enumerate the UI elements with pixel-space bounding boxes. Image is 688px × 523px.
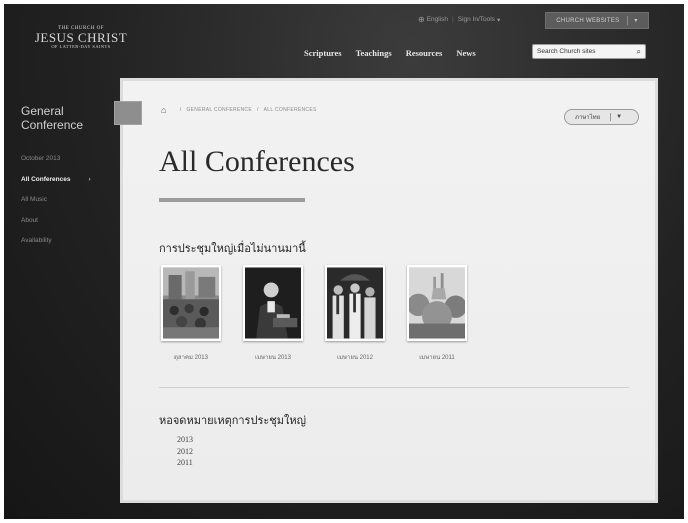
conference-card[interactable]: ตุลาคม 2013 [161,265,221,362]
sidebar-item-availability[interactable]: Availability [21,237,91,258]
sidebar-active-marker [114,101,142,125]
nav-item-scriptures[interactable]: Scriptures [304,48,342,58]
conference-caption[interactable]: เมษายน 2013 [243,352,303,362]
breadcrumb-general-conference[interactable]: GENERAL CONFERENCE [186,107,252,113]
page-title: All Conferences [159,145,355,178]
section-divider [159,387,629,388]
main-content: ⌂ / GENERAL CONFERENCE / ALL CONFERENCES… [120,78,658,503]
search-icon[interactable]: ⌕ [637,47,641,57]
breadcrumb: ⌂ / GENERAL CONFERENCE / ALL CONFERENCES [161,105,317,115]
utility-separator: | [452,16,454,23]
language-link[interactable]: English [427,16,448,23]
screenshot-frame: THE CHURCH OF JESUS CHRIST OF LATTER-DAY… [4,4,684,519]
sign-in-link[interactable]: Sign In/Tools [458,16,495,23]
nav-item-teachings[interactable]: Teachings [356,48,392,58]
archive-year-link[interactable]: 2012 [177,446,193,458]
main-nav: Scriptures Teachings Resources News [304,48,490,58]
breadcrumb-separator: / [179,107,182,113]
sidebar-title: General Conference [21,104,84,132]
sidebar-item-all-conferences[interactable]: All Conferences › [21,176,91,197]
conference-caption[interactable]: เมษายน 2011 [407,352,467,362]
logo-line-2: JESUS CHRIST [34,30,128,45]
conference-caption[interactable]: ตุลาคม 2013 [161,352,221,362]
utility-bar: ⊕ English | Sign In/Tools ▾ [418,15,500,24]
search-input[interactable]: Search Church sites ⌕ [532,44,646,59]
recent-conferences-list: ตุลาคม 2013 เมษายน 2013 เมษายน 2012 เมษา… [161,265,489,362]
globe-icon: ⊕ [418,15,425,24]
chevron-right-icon: › [88,175,91,183]
sidebar-item-about[interactable]: About [21,217,91,238]
chevron-down-icon: ▾ [496,16,501,24]
archive-heading: หอจดหมายเหตุการประชุมใหญ่ [159,414,306,427]
archive-year-link[interactable]: 2011 [177,457,193,469]
sidebar-menu: October 2013 All Conferences › All Music … [21,155,91,258]
conference-photo-crowd[interactable] [161,265,221,341]
church-websites-button[interactable]: CHURCH WEBSITES ▾ [545,12,649,29]
sidebar-item-label: All Conferences [21,175,71,183]
archive-year-link[interactable]: 2013 [177,434,193,446]
nav-item-news[interactable]: News [456,48,475,58]
conference-photo-people[interactable] [325,265,385,341]
language-select[interactable]: ภาษาไทย ▼ [564,109,639,125]
divider [627,16,629,25]
recent-conferences-heading: การประชุมใหญ่เมื่อไม่นานมานี้ [159,242,306,255]
divider [610,113,612,121]
chevron-down-icon: ▾ [634,18,638,24]
conference-card[interactable]: เมษายน 2011 [407,265,467,362]
church-logo[interactable]: THE CHURCH OF JESUS CHRIST OF LATTER-DAY… [26,26,136,49]
nav-item-resources[interactable]: Resources [406,48,443,58]
language-value: ภาษาไทย [575,115,601,121]
title-underline [159,198,305,202]
conference-card[interactable]: เมษายน 2013 [243,265,303,362]
conference-photo-speaker[interactable] [243,265,303,341]
chevron-down-icon: ▼ [616,114,623,120]
search-placeholder: Search Church sites [537,48,596,55]
home-icon[interactable]: ⌂ [161,105,167,115]
conference-card[interactable]: เมษายน 2012 [325,265,385,362]
conference-caption[interactable]: เมษายน 2012 [325,352,385,362]
breadcrumb-all-conferences: ALL CONFERENCES [263,107,317,113]
conference-photo-temple[interactable] [407,265,467,341]
church-websites-label: CHURCH WEBSITES [556,17,620,24]
archive-year-list: 2013 2012 2011 [177,434,193,469]
sidebar-item-all-music[interactable]: All Music [21,196,91,217]
sidebar-item-october-2013[interactable]: October 2013 [21,155,91,176]
breadcrumb-separator: / [256,107,259,113]
